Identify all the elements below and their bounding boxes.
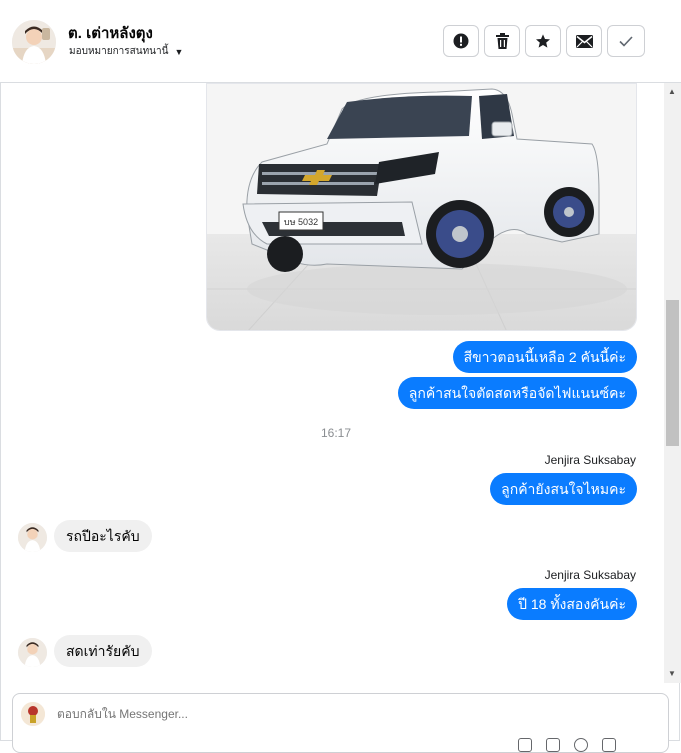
mark-done-button[interactable] — [607, 25, 645, 57]
car-photo[interactable]: บษ 5032 — [206, 83, 637, 331]
header-actions — [443, 25, 645, 57]
mark-unread-button[interactable] — [566, 25, 602, 57]
composer-tools — [518, 738, 616, 752]
reply-input[interactable] — [57, 707, 357, 721]
assign-label: มอบหมายการสนทนานี้ — [69, 46, 169, 57]
assign-conversation-dropdown[interactable]: มอบหมายการสนทนานี้ ▼ — [69, 44, 183, 59]
scroll-up-arrow-icon[interactable]: ▲ — [668, 87, 676, 96]
check-icon — [619, 35, 633, 47]
mail-icon — [575, 34, 593, 48]
contact-avatar[interactable] — [12, 20, 56, 64]
contact-avatar-small — [18, 638, 47, 667]
sender-name: Jenjira Suksabay — [544, 453, 636, 467]
image-icon[interactable] — [546, 738, 560, 752]
caret-down-icon: ▼ — [174, 46, 184, 57]
message-timestamp: 16:17 — [320, 426, 352, 440]
reply-composer[interactable] — [12, 693, 669, 753]
delete-button[interactable] — [484, 25, 520, 57]
message-outgoing[interactable]: ลูกค้าสนใจตัดสดหรือจัดไฟแนนซ์คะ — [397, 377, 637, 409]
message-list[interactable]: บษ 5032 สีขาวตอนนี้เหลือ 2 คันนี้ค่ะ ลูก… — [0, 83, 664, 683]
contact-avatar-small — [18, 523, 47, 552]
scroll-down-arrow-icon[interactable]: ▼ — [668, 669, 676, 678]
alert-icon — [453, 33, 469, 49]
star-icon — [536, 34, 550, 48]
message-outgoing[interactable]: สีขาวตอนนี้เหลือ 2 คันนี้ค่ะ — [452, 341, 637, 373]
trash-icon — [495, 33, 509, 49]
contact-name[interactable]: ต. เต่าหลังตุง — [68, 21, 153, 45]
license-plate: บษ 5032 — [284, 217, 318, 227]
sender-name: Jenjira Suksabay — [544, 568, 636, 582]
attach-icon[interactable] — [518, 738, 532, 752]
message-outgoing[interactable]: ลูกค้ายังสนใจไหมคะ — [490, 473, 637, 505]
conversation-header: ต. เต่าหลังตุง มอบหมายการสนทนานี้ ▼ — [0, 0, 681, 83]
page-avatar — [21, 702, 45, 726]
message-incoming[interactable]: รถปีอะไรคับ — [54, 520, 152, 552]
mark-spam-button[interactable] — [443, 25, 479, 57]
message-outgoing[interactable]: ปี 18 ทั้งสองคันค่ะ — [507, 588, 637, 620]
message-incoming[interactable]: สดเท่ารัยคับ — [54, 635, 152, 667]
gif-icon[interactable] — [602, 738, 616, 752]
scrollbar-thumb[interactable] — [666, 300, 679, 446]
star-button[interactable] — [525, 25, 561, 57]
emoji-icon[interactable] — [574, 738, 588, 752]
